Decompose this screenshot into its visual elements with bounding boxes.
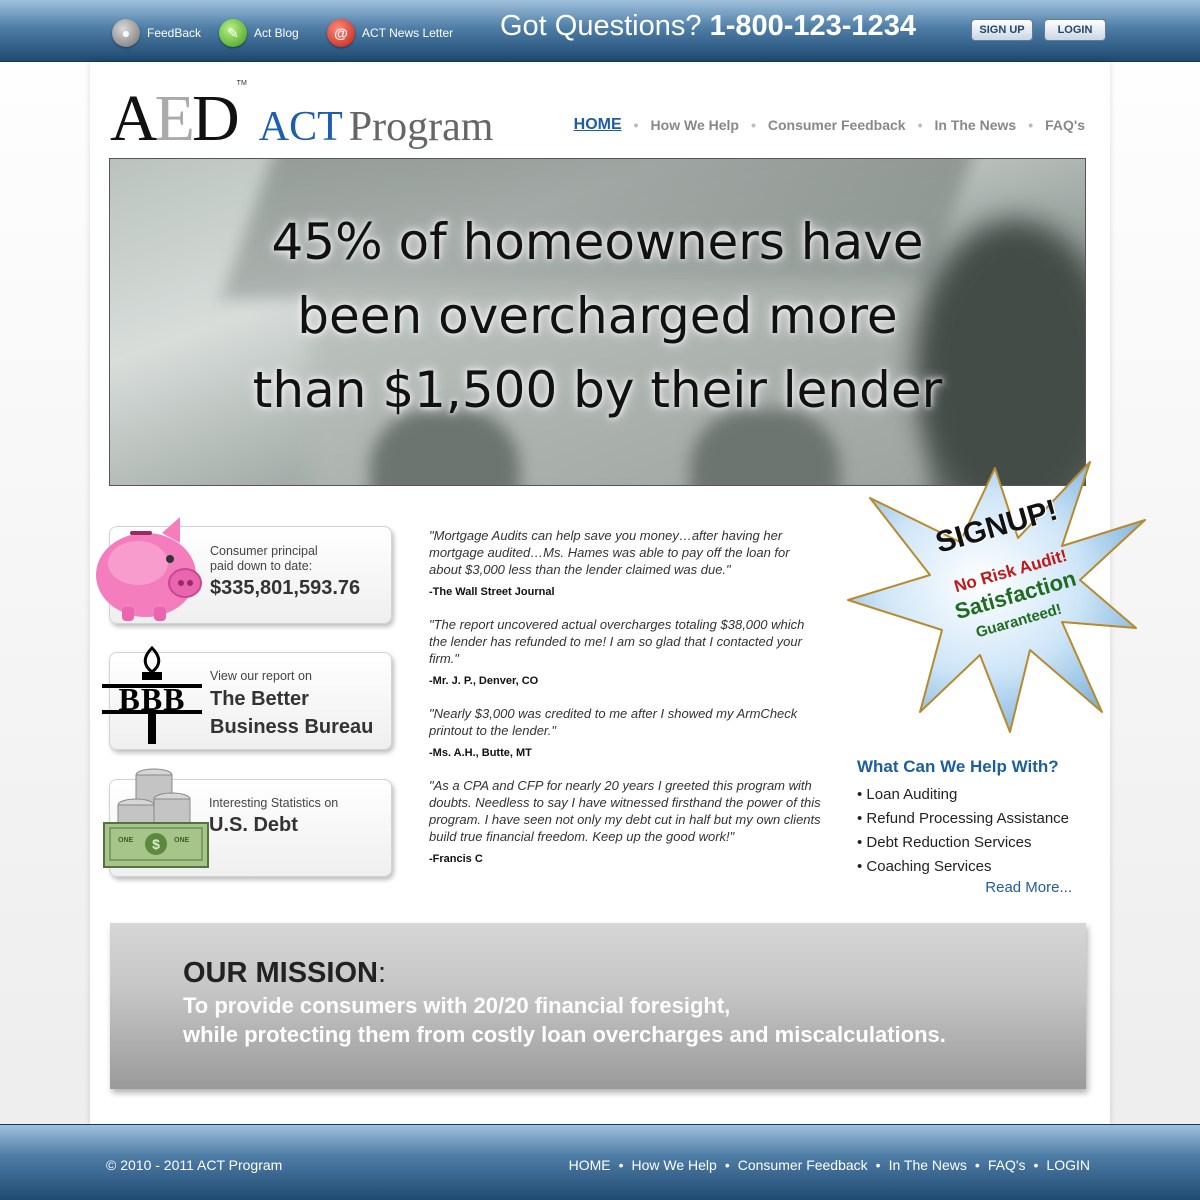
testimonial-quote: "The report uncovered actual overcharges… (429, 617, 805, 666)
debt-small-label: Interesting Statistics on (209, 796, 339, 810)
help-item-refund-processing[interactable]: • Refund Processing Assistance (857, 807, 1077, 831)
mission-line-1: To provide consumers with 20/20 financia… (183, 993, 731, 1018)
testimonial-author: -Francis C (429, 853, 483, 865)
testimonial-quote: "Nearly $3,000 was credited to me after … (429, 706, 798, 738)
footer-link-login[interactable]: LOGIN (1046, 1157, 1090, 1173)
footer-link-in-the-news[interactable]: In The News (889, 1157, 967, 1173)
nav-in-the-news[interactable]: In The News (935, 117, 1017, 133)
bbb-title-1: The Better (210, 688, 309, 710)
logo-program: Program (348, 104, 494, 150)
footer-link-home[interactable]: HOME (569, 1157, 611, 1173)
hero-banner: 45% of homeowners have been overcharged … (109, 158, 1086, 486)
footer-separator: • (724, 1157, 730, 1173)
top-bar: ● FeedBack ✎ Act Blog @ ACT News Letter … (0, 0, 1200, 62)
hero-line-3: than $1,500 by their lender (252, 361, 943, 419)
phone-number[interactable]: 1-800-123-1234 (710, 10, 916, 42)
help-item-debt-reduction[interactable]: • Debt Reduction Services (857, 831, 1077, 855)
act-blog-link[interactable]: ✎ Act Blog (219, 18, 299, 48)
bbb-logo-icon: BBB (102, 644, 202, 744)
testimonial: "Nearly $3,000 was credited to me after … (429, 705, 824, 759)
testimonial-author: -The Wall Street Journal (429, 586, 555, 598)
logo-act: ACT (258, 104, 343, 150)
testimonial: "The report uncovered actual overcharges… (429, 616, 824, 687)
help-item-loan-auditing[interactable]: • Loan Auditing (857, 783, 1077, 807)
piggy-bank-icon (96, 517, 202, 621)
help-title: What Can We Help With? (857, 757, 1059, 776)
testimonial-author: -Mr. J. P., Denver, CO (429, 675, 539, 687)
nav-separator: • (917, 117, 923, 133)
feedback-link[interactable]: ● FeedBack (112, 18, 201, 48)
questions-banner: Got Questions? 1-800-123-1234 (500, 10, 916, 43)
footer-separator: • (974, 1157, 980, 1173)
mission-title: OUR MISSION: (183, 957, 387, 989)
testimonial-quote: "As a CPA and CFP for nearly 20 years I … (429, 778, 821, 844)
debt-title: U.S. Debt (209, 814, 298, 836)
newsletter-link[interactable]: @ ACT News Letter (327, 18, 453, 48)
help-section: What Can We Help With? • Loan Auditing •… (857, 757, 1077, 896)
nav-separator: • (750, 117, 756, 133)
read-more-link[interactable]: Read More... (857, 879, 1077, 896)
footer-separator: • (875, 1157, 881, 1173)
nav-separator: • (1028, 117, 1034, 133)
svg-text:$: $ (152, 836, 160, 852)
bill-text-right: ONE (174, 837, 190, 844)
testimonials: "Mortgage Audits can help save you money… (429, 527, 824, 883)
nav-how-we-help[interactable]: How We Help (651, 117, 739, 133)
footer-copyright: © 2010 - 2011 ACT Program (106, 1157, 283, 1173)
bill-text-left: ONE (118, 837, 134, 844)
site-logo[interactable]: AED TM ACT Program (110, 72, 493, 152)
logo-aed: AED (110, 82, 240, 155)
main-nav: HOME • How We Help • Consumer Feedback •… (574, 116, 1085, 134)
feedback-label: FeedBack (147, 26, 202, 40)
act-blog-label: Act Blog (254, 26, 299, 40)
mission-text: To provide consumers with 20/20 financia… (183, 991, 946, 1049)
testimonial-author: -Ms. A.H., Butte, MT (429, 747, 532, 759)
footer-link-faqs[interactable]: FAQ's (988, 1157, 1026, 1173)
testimonial: "As a CPA and CFP for nearly 20 years I … (429, 777, 824, 865)
nav-consumer-feedback[interactable]: Consumer Feedback (768, 117, 906, 133)
bbb-title-2: Business Bureau (210, 716, 374, 738)
questions-label: Got Questions? (500, 10, 702, 42)
footer: © 2010 - 2011 ACT Program HOME • How We … (0, 1124, 1200, 1200)
newsletter-label: ACT News Letter (362, 26, 454, 40)
footer-separator: • (1033, 1157, 1039, 1173)
money-stack-icon: $ ONE ONE (102, 765, 210, 871)
login-button[interactable]: LOGIN (1044, 19, 1106, 41)
bbb-logo-text: BBB (118, 681, 186, 717)
testimonial: "Mortgage Audits can help save you money… (429, 527, 824, 598)
help-item-coaching[interactable]: • Coaching Services (857, 855, 1077, 879)
mission-line-2: while protecting them from costly loan o… (183, 1022, 946, 1047)
footer-nav: HOME • How We Help • Consumer Feedback •… (569, 1157, 1090, 1173)
hero-line-1: 45% of homeowners have (271, 213, 924, 271)
signup-button[interactable]: SIGN UP (971, 19, 1033, 41)
testimonial-quote: "Mortgage Audits can help save you money… (429, 528, 790, 577)
logo-trademark: TM (236, 80, 247, 87)
nav-home[interactable]: HOME (574, 116, 622, 134)
hero-headline: 45% of homeowners have been overcharged … (110, 205, 1085, 427)
footer-link-how-we-help[interactable]: How We Help (631, 1157, 716, 1173)
at-sign-icon: @ (327, 19, 355, 47)
principal-label-1: Consumer principal (210, 544, 318, 558)
help-list: • Loan Auditing • Refund Processing Assi… (857, 783, 1077, 879)
bbb-small-label: View our report on (210, 669, 312, 683)
hero-line-2: been overcharged more (297, 287, 898, 345)
principal-amount: $335,801,593.76 (210, 577, 361, 599)
pencil-icon: ✎ (219, 19, 247, 47)
nav-separator: • (633, 117, 639, 133)
speech-bubble-icon: ● (112, 19, 140, 47)
footer-separator: • (618, 1157, 624, 1173)
nav-faqs[interactable]: FAQ's (1045, 117, 1085, 133)
footer-link-consumer-feedback[interactable]: Consumer Feedback (738, 1157, 868, 1173)
mission-banner: OUR MISSION: To provide consumers with 2… (110, 923, 1086, 1089)
principal-label-2: paid down to date: (210, 559, 313, 573)
